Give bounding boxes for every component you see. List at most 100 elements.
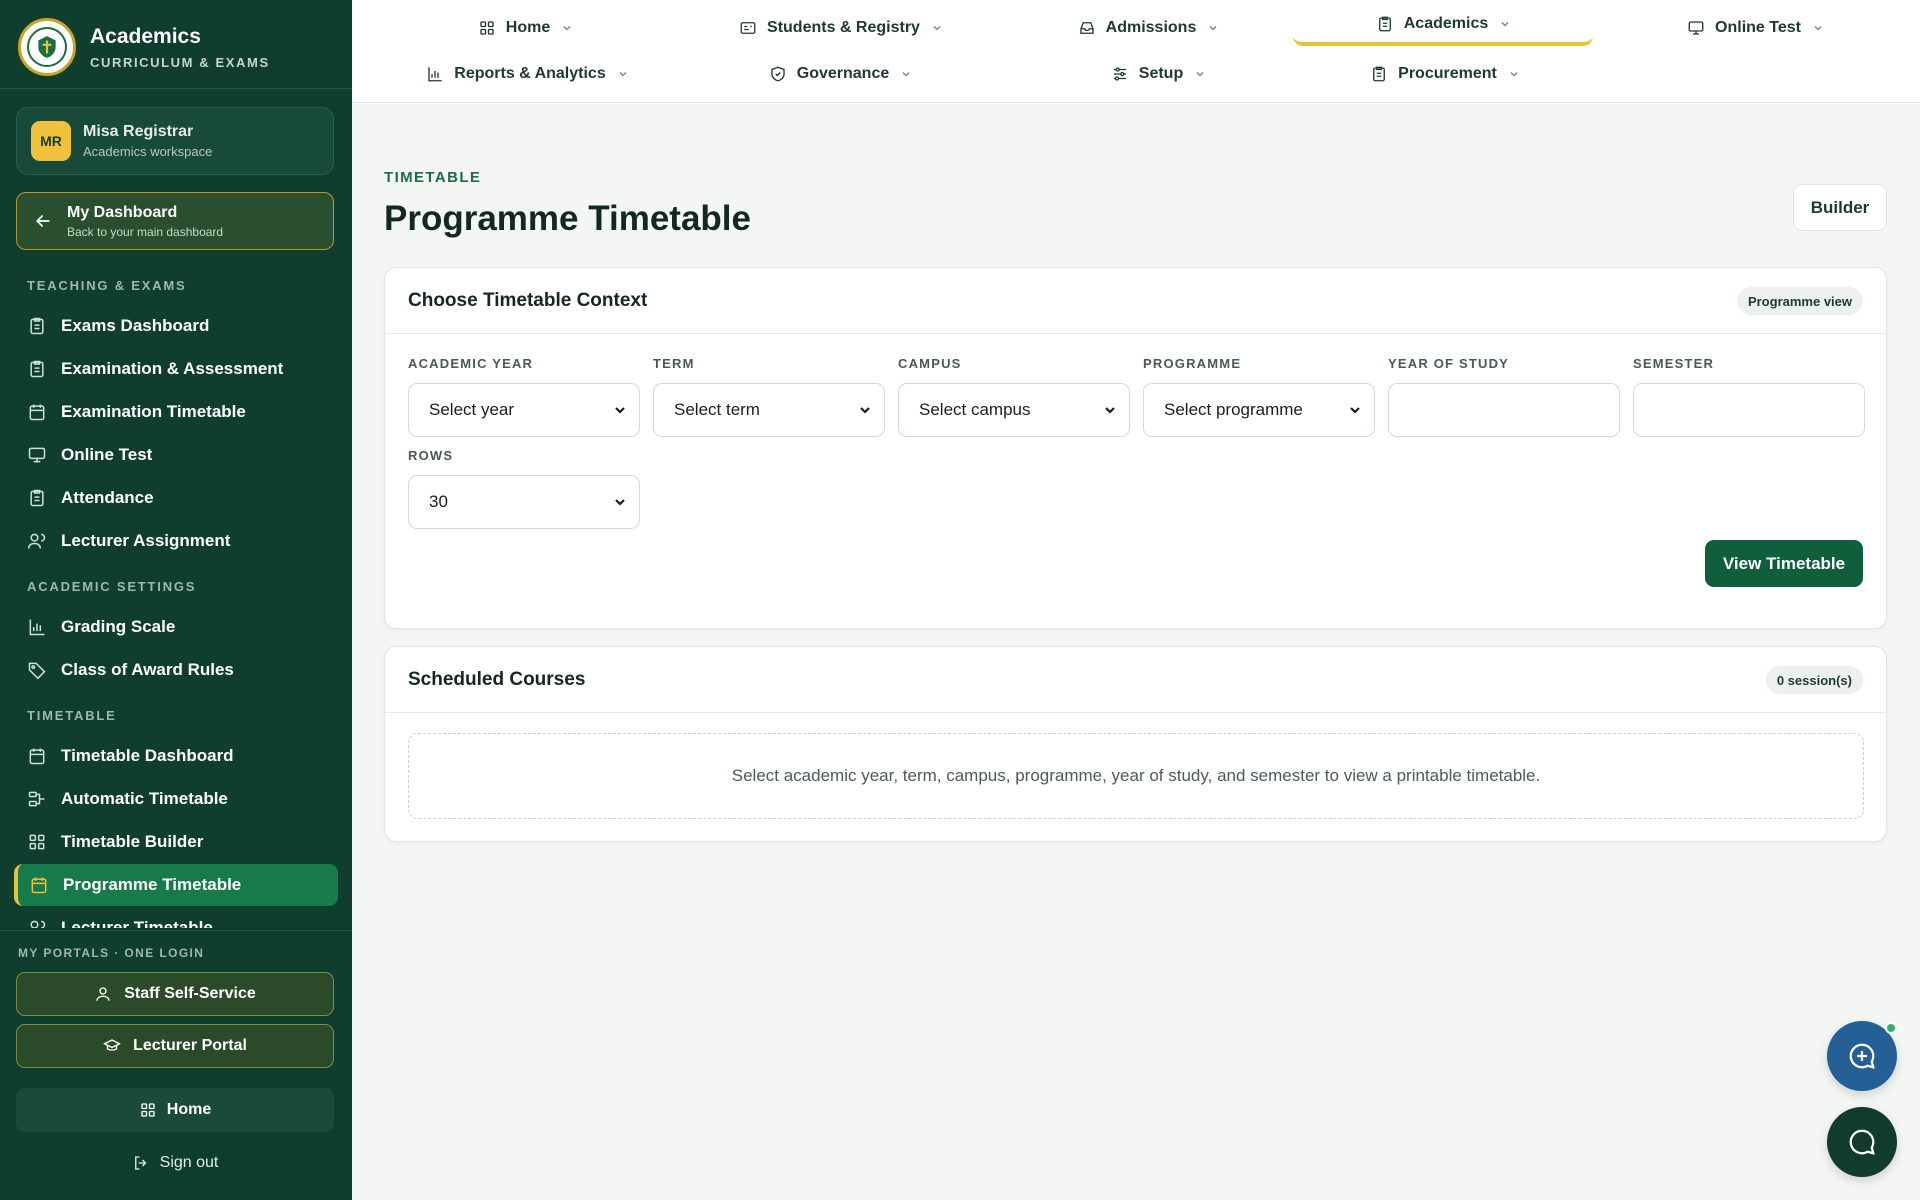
rows-select[interactable]: 30 bbox=[408, 475, 640, 529]
sidebar-item-grading-scale[interactable]: Grading Scale bbox=[14, 606, 338, 648]
topnav-online-test[interactable]: Online Test bbox=[1670, 8, 1840, 48]
clipboard-icon bbox=[30, 317, 44, 335]
field-label: TERM bbox=[653, 356, 695, 371]
topnav-label: Students & Registry bbox=[767, 19, 920, 36]
topnav-academics[interactable]: Academics bbox=[1293, 6, 1593, 46]
sidebar-item-label: Timetable Dashboard bbox=[61, 746, 234, 765]
chat-bubble-icon bbox=[1849, 1129, 1875, 1155]
section-title-teaching: TEACHING & EXAMS bbox=[27, 278, 187, 293]
sign-out-button[interactable]: Sign out bbox=[16, 1148, 334, 1178]
sidebar-item-lecturer-timetable[interactable]: Lecturer Timetable bbox=[14, 907, 338, 928]
sidebar-item-timetable-builder[interactable]: Timetable Builder bbox=[14, 821, 338, 863]
user-card[interactable]: MR Misa Registrar Academics workspace bbox=[16, 107, 334, 175]
user-name: Misa Registrar bbox=[83, 123, 194, 140]
sidebar-item-label: Examination & Assessment bbox=[61, 359, 284, 378]
sidebar-item-exams-dashboard[interactable]: Exams Dashboard bbox=[14, 305, 338, 347]
avatar: MR bbox=[31, 121, 71, 161]
shield-icon bbox=[771, 66, 785, 82]
inbox-icon bbox=[1079, 22, 1094, 34]
topnav-label: Reports & Analytics bbox=[454, 65, 606, 82]
field-label: SEMESTER bbox=[1633, 356, 1715, 371]
grid-icon bbox=[141, 1103, 155, 1117]
campus-select[interactable]: Select campus bbox=[898, 383, 1130, 437]
sidebar-item-class-of-award-rules[interactable]: Class of Award Rules bbox=[14, 649, 338, 691]
chevron-down-icon bbox=[902, 71, 910, 77]
topnav-reports-analytics[interactable]: Reports & Analytics bbox=[412, 54, 642, 94]
chevron-down-icon bbox=[563, 25, 571, 31]
topnav-setup[interactable]: Setup bbox=[1083, 54, 1233, 94]
builder-button[interactable]: Builder bbox=[1793, 184, 1887, 231]
dashboard-link-subtitle: Back to your main dashboard bbox=[67, 224, 224, 239]
home-button[interactable]: Home bbox=[16, 1088, 334, 1132]
chevron-down-icon bbox=[1196, 71, 1204, 77]
sidebar-item-lecturer-assignment[interactable]: Lecturer Assignment bbox=[14, 520, 338, 562]
status-badge: Programme view bbox=[1736, 287, 1863, 315]
view-timetable-button[interactable]: View Timetable bbox=[1705, 540, 1863, 587]
brand: Academics CURRICULUM & EXAMS bbox=[18, 18, 270, 76]
field-label: YEAR OF STUDY bbox=[1388, 356, 1510, 371]
my-dashboard-link[interactable]: My Dashboard Back to your main dashboard bbox=[16, 192, 334, 250]
topnav-home[interactable]: Home bbox=[440, 8, 610, 48]
home-label: Home bbox=[166, 1101, 212, 1118]
lecturer-portal-button[interactable]: Lecturer Portal bbox=[16, 1024, 334, 1068]
select-value: Select term bbox=[674, 400, 760, 419]
clipboard-icon bbox=[1373, 66, 1386, 82]
chevron-down-icon bbox=[1350, 407, 1360, 414]
staff-self-service-button[interactable]: Staff Self-Service bbox=[16, 972, 334, 1016]
calendar-icon bbox=[31, 877, 47, 894]
calendar-icon bbox=[29, 404, 45, 421]
dashboard-link-title: My Dashboard bbox=[67, 203, 178, 221]
sign-out-icon bbox=[134, 1156, 147, 1170]
topnav-admissions[interactable]: Admissions bbox=[1058, 8, 1238, 48]
sidebar-item-label: Examination Timetable bbox=[61, 402, 246, 421]
sidebar-item-programme-timetable[interactable]: Programme Timetable bbox=[14, 864, 338, 906]
sidebar-item-label: Exams Dashboard bbox=[61, 316, 210, 335]
sidebar-item-examination-timetable[interactable]: Examination Timetable bbox=[14, 391, 338, 433]
sidebar-item-online-test[interactable]: Online Test bbox=[14, 434, 338, 476]
chat-button[interactable] bbox=[1827, 1107, 1897, 1177]
section-title-academic-settings: ACADEMIC SETTINGS bbox=[27, 579, 197, 594]
year-of-study-field: YEAR OF STUDY bbox=[1388, 356, 1620, 437]
calendar-icon bbox=[29, 748, 45, 765]
page-eyebrow: TIMETABLE bbox=[384, 169, 482, 186]
topnav-label: Academics bbox=[1403, 15, 1489, 32]
staff-self-service-label: Staff Self-Service bbox=[124, 985, 256, 1002]
session-count-badge: 0 session(s) bbox=[1765, 666, 1863, 694]
year-of-study-input[interactable] bbox=[1388, 383, 1620, 437]
clipboard-icon bbox=[30, 489, 44, 507]
sidebar-item-examination-assessment[interactable]: Examination & Assessment bbox=[14, 348, 338, 390]
section-title-timetable: TIMETABLE bbox=[27, 708, 117, 723]
academic-year-field: ACADEMIC YEAR Select year bbox=[408, 356, 640, 437]
sidebar-item-label: Timetable Builder bbox=[61, 832, 204, 851]
sidebar-item-automatic-timetable[interactable]: Automatic Timetable bbox=[14, 778, 338, 820]
sidebar-item-label: Automatic Timetable bbox=[61, 789, 228, 808]
sidebar-nav[interactable]: TEACHING & EXAMS Exams Dashboard Examina… bbox=[0, 268, 352, 928]
brand-title: Academics bbox=[90, 24, 201, 48]
divider bbox=[0, 930, 352, 931]
university-logo bbox=[18, 18, 76, 76]
divider bbox=[0, 88, 352, 89]
programme-select[interactable]: Select programme bbox=[1143, 383, 1375, 437]
topnav-label: Procurement bbox=[1398, 65, 1497, 82]
scheduled-courses-card: Scheduled Courses 0 session(s) Select ac… bbox=[384, 646, 1887, 842]
sidebar-item-timetable-dashboard[interactable]: Timetable Dashboard bbox=[14, 735, 338, 777]
semester-input[interactable] bbox=[1633, 383, 1865, 437]
tag-icon bbox=[28, 662, 46, 680]
topnav-governance[interactable]: Governance bbox=[750, 54, 930, 94]
sidebar-item-attendance[interactable]: Attendance bbox=[14, 477, 338, 519]
timetable-context-card: Choose Timetable Context Programme view … bbox=[384, 267, 1887, 629]
users-icon bbox=[30, 920, 46, 928]
user-role: Academics workspace bbox=[83, 144, 213, 159]
term-field: TERM Select term bbox=[653, 356, 885, 437]
id-card-icon bbox=[740, 22, 756, 34]
monitor-icon bbox=[28, 447, 46, 463]
top-navigation: Home Students & Registry Admissions Acad… bbox=[352, 0, 1920, 103]
clipboard-icon bbox=[1378, 16, 1391, 32]
topnav-label: Admissions bbox=[1105, 19, 1197, 36]
select-value: Select campus bbox=[919, 400, 1031, 419]
topnav-procurement[interactable]: Procurement bbox=[1352, 54, 1537, 94]
clipboard-icon bbox=[30, 360, 44, 378]
topnav-students-registry[interactable]: Students & Registry bbox=[718, 8, 963, 48]
term-select[interactable]: Select term bbox=[653, 383, 885, 437]
academic-year-select[interactable]: Select year bbox=[408, 383, 640, 437]
